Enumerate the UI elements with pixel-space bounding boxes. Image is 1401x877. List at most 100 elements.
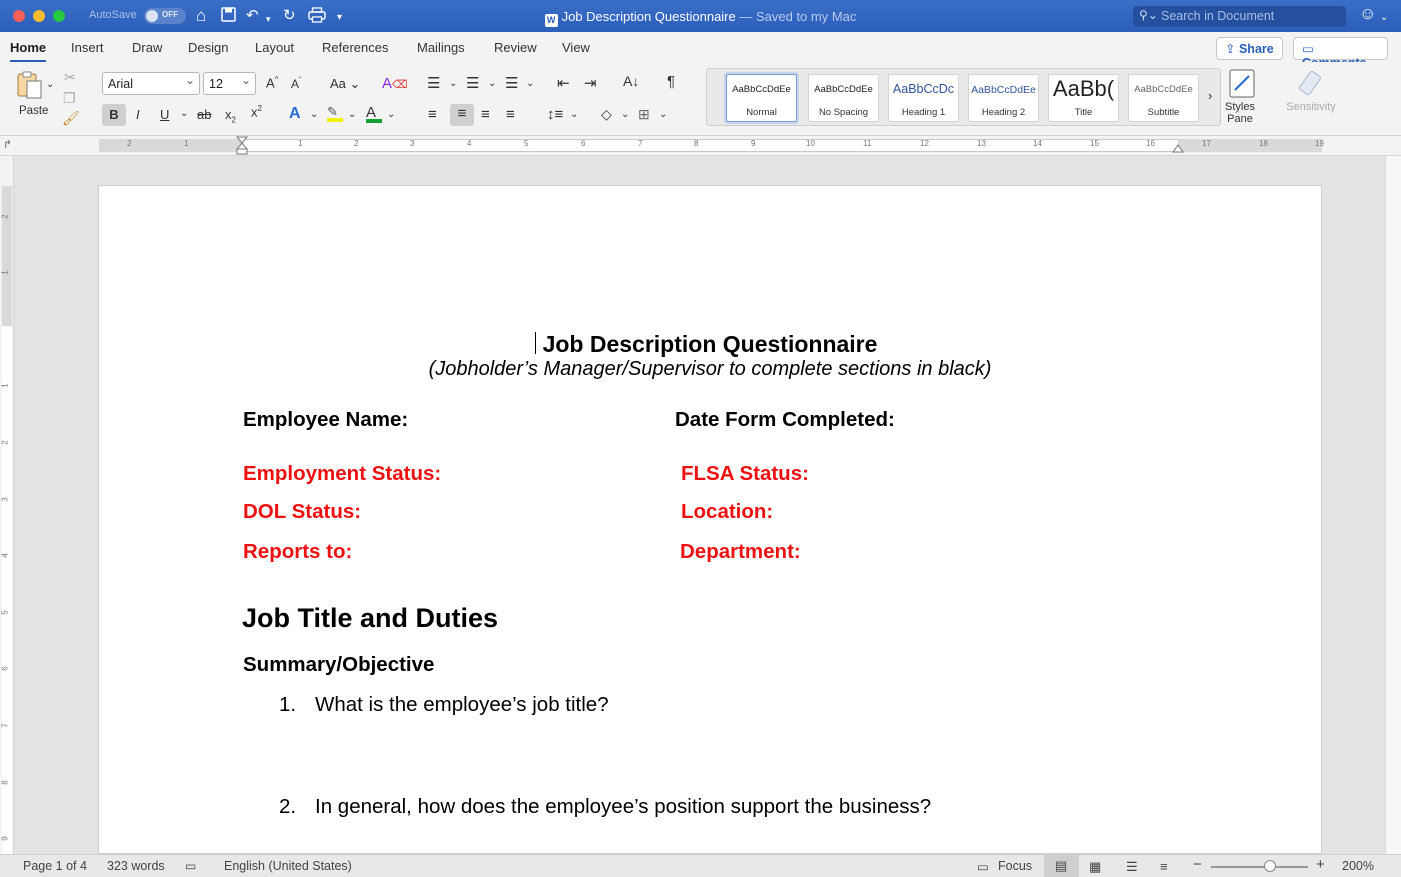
change-case-icon[interactable]: Aa ⌄ xyxy=(330,76,360,92)
shading-icon[interactable]: ◇ xyxy=(601,106,612,123)
highlight-dropdown-icon[interactable]: ⌄ xyxy=(348,109,356,120)
tab-insert[interactable]: Insert xyxy=(71,40,104,55)
document-page[interactable]: Job Description Questionnaire (Jobholder… xyxy=(98,185,1322,854)
bullets-icon[interactable]: ☰ xyxy=(427,74,440,92)
show-formatting-icon[interactable]: ¶ xyxy=(667,73,675,90)
multilevel-list-icon[interactable]: ☰ xyxy=(505,74,518,92)
borders-icon[interactable]: ⊞ xyxy=(638,106,650,123)
shading-dropdown-icon[interactable]: ⌄ xyxy=(621,109,629,120)
right-indent-marker-icon[interactable] xyxy=(1171,141,1185,153)
word-count[interactable]: 323 words xyxy=(107,859,165,873)
web-layout-icon[interactable]: ▦ xyxy=(1089,859,1101,875)
style-heading-1[interactable]: AaBbCcDc Heading 1 xyxy=(888,74,959,122)
question-2-text[interactable]: In general, how does the employee’s posi… xyxy=(315,795,931,819)
numbering-icon[interactable]: ☰ xyxy=(466,74,479,92)
font-color-dropdown-icon[interactable]: ⌄ xyxy=(387,109,395,120)
dol-status-label[interactable]: DOL Status: xyxy=(243,500,361,524)
underline-button[interactable]: U xyxy=(160,107,169,122)
cut-icon[interactable]: ✂ xyxy=(64,69,76,86)
page-count[interactable]: Page 1 of 4 xyxy=(23,859,87,873)
tab-mailings[interactable]: Mailings xyxy=(417,40,465,55)
sensitivity-button[interactable]: Sensitivity xyxy=(1283,68,1339,113)
smiley-feedback-icon[interactable]: ☺ xyxy=(1359,5,1376,23)
font-name-dropdown[interactable]: Arial xyxy=(102,72,200,95)
focus-icon[interactable]: ▭ xyxy=(977,859,989,874)
subscript-button[interactable]: x2 xyxy=(225,107,236,125)
tab-references[interactable]: References xyxy=(322,40,388,55)
decrease-indent-icon[interactable]: ⇤ xyxy=(557,74,570,92)
style-subtitle[interactable]: AaBbCcDdEe Subtitle xyxy=(1128,74,1199,122)
italic-button[interactable]: I xyxy=(136,107,140,122)
search-input[interactable]: ⚲⌄ Search in Document xyxy=(1133,6,1346,27)
employee-name-label[interactable]: Employee Name: xyxy=(243,408,408,432)
justify-icon[interactable]: ≡ xyxy=(506,106,515,123)
font-size-dropdown[interactable]: 12 xyxy=(203,72,256,95)
style-normal[interactable]: AaBbCcDdEe Normal xyxy=(726,74,797,122)
zoom-slider-thumb[interactable] xyxy=(1264,860,1276,872)
draft-view-icon[interactable]: ≡ xyxy=(1160,859,1168,874)
format-painter-icon[interactable]: 🖌 xyxy=(62,110,80,127)
tab-review[interactable]: Review xyxy=(494,40,537,55)
flsa-status-label[interactable]: FLSA Status: xyxy=(681,462,809,486)
style-no-spacing[interactable]: AaBbCcDdEe No Spacing xyxy=(808,74,879,122)
tab-view[interactable]: View xyxy=(562,40,590,55)
outline-view-icon[interactable]: ☰ xyxy=(1126,859,1138,875)
style-title[interactable]: AaBb( Title xyxy=(1048,74,1119,122)
language-indicator[interactable]: English (United States) xyxy=(224,859,352,873)
tab-layout[interactable]: Layout xyxy=(255,40,294,55)
zoom-out-icon[interactable]: − xyxy=(1193,856,1202,873)
focus-button[interactable]: Focus xyxy=(998,859,1032,873)
copy-icon[interactable]: ❐ xyxy=(63,90,76,107)
employment-status-label[interactable]: Employment Status: xyxy=(243,462,441,486)
proofing-icon[interactable]: ▭ xyxy=(185,859,196,873)
tab-draw[interactable]: Draw xyxy=(132,40,162,55)
section-heading[interactable]: Job Title and Duties xyxy=(242,603,498,634)
styles-pane-button[interactable]: Styles Pane xyxy=(1224,68,1260,125)
align-right-icon[interactable]: ≡ xyxy=(481,106,490,123)
styles-gallery-more-icon[interactable]: › xyxy=(1208,88,1212,103)
font-color-icon[interactable]: A xyxy=(366,104,382,123)
indent-marker-icon[interactable] xyxy=(235,136,249,156)
zoom-level[interactable]: 200% xyxy=(1342,859,1374,873)
bold-button[interactable]: B xyxy=(102,104,126,126)
increase-indent-icon[interactable]: ⇥ xyxy=(584,74,597,92)
grow-font-icon[interactable]: A^ xyxy=(266,75,278,90)
superscript-button[interactable]: x2 xyxy=(251,104,262,119)
question-1-text[interactable]: What is the employee’s job title? xyxy=(315,693,609,717)
borders-dropdown-icon[interactable]: ⌄ xyxy=(659,109,667,120)
document-subtitle[interactable]: (Jobholder’s Manager/Supervisor to compl… xyxy=(99,358,1321,381)
vertical-scrollbar[interactable] xyxy=(1385,156,1401,854)
zoom-slider[interactable] xyxy=(1211,866,1308,868)
subsection-heading[interactable]: Summary/Objective xyxy=(243,653,434,677)
bullets-dropdown-icon[interactable]: ⌄ xyxy=(449,78,457,89)
text-effects-icon[interactable]: A xyxy=(289,105,301,123)
align-center-icon[interactable]: ≡ xyxy=(450,104,474,126)
reports-to-label[interactable]: Reports to: xyxy=(243,540,352,564)
multilevel-dropdown-icon[interactable]: ⌄ xyxy=(526,78,534,89)
print-layout-view-button[interactable]: ▤ xyxy=(1044,855,1079,877)
sort-icon[interactable]: A↓ xyxy=(623,73,639,89)
date-completed-label[interactable]: Date Form Completed: xyxy=(675,408,895,432)
strikethrough-button[interactable]: ab xyxy=(197,107,211,122)
numbering-dropdown-icon[interactable]: ⌄ xyxy=(488,78,496,89)
horizontal-ruler[interactable]: ↱ 2 1 1 2 3 4 5 6 7 8 9 10 11 12 13 14 1… xyxy=(0,136,1401,156)
style-heading-2[interactable]: AaBbCcDdEe Heading 2 xyxy=(968,74,1039,122)
tab-selector-icon[interactable]: ↱ xyxy=(3,138,12,151)
tab-design[interactable]: Design xyxy=(188,40,228,55)
zoom-in-icon[interactable]: + xyxy=(1316,856,1325,873)
location-label[interactable]: Location: xyxy=(681,500,773,524)
comments-button[interactable]: ▭ Comments xyxy=(1293,37,1388,70)
paste-dropdown-icon[interactable]: ⌄ xyxy=(46,79,54,90)
tab-home[interactable]: Home xyxy=(10,40,47,63)
align-left-icon[interactable]: ≡ xyxy=(428,106,437,123)
line-spacing-icon[interactable]: ↕≡ xyxy=(547,106,563,123)
line-spacing-dropdown-icon[interactable]: ⌄ xyxy=(570,109,578,120)
text-effects-dropdown-icon[interactable]: ⌄ xyxy=(310,109,318,120)
clear-formatting-icon[interactable]: A⌫ xyxy=(382,75,408,92)
feedback-dropdown-icon[interactable]: ⌄ xyxy=(1380,9,1388,27)
share-button[interactable]: ⇪ Share xyxy=(1216,37,1283,60)
department-label[interactable]: Department: xyxy=(680,540,801,564)
underline-dropdown-icon[interactable]: ⌄ xyxy=(180,108,188,119)
shrink-font-icon[interactable]: Aˇ xyxy=(291,76,302,91)
document-title-text[interactable]: Job Description Questionnaire xyxy=(99,331,1321,358)
